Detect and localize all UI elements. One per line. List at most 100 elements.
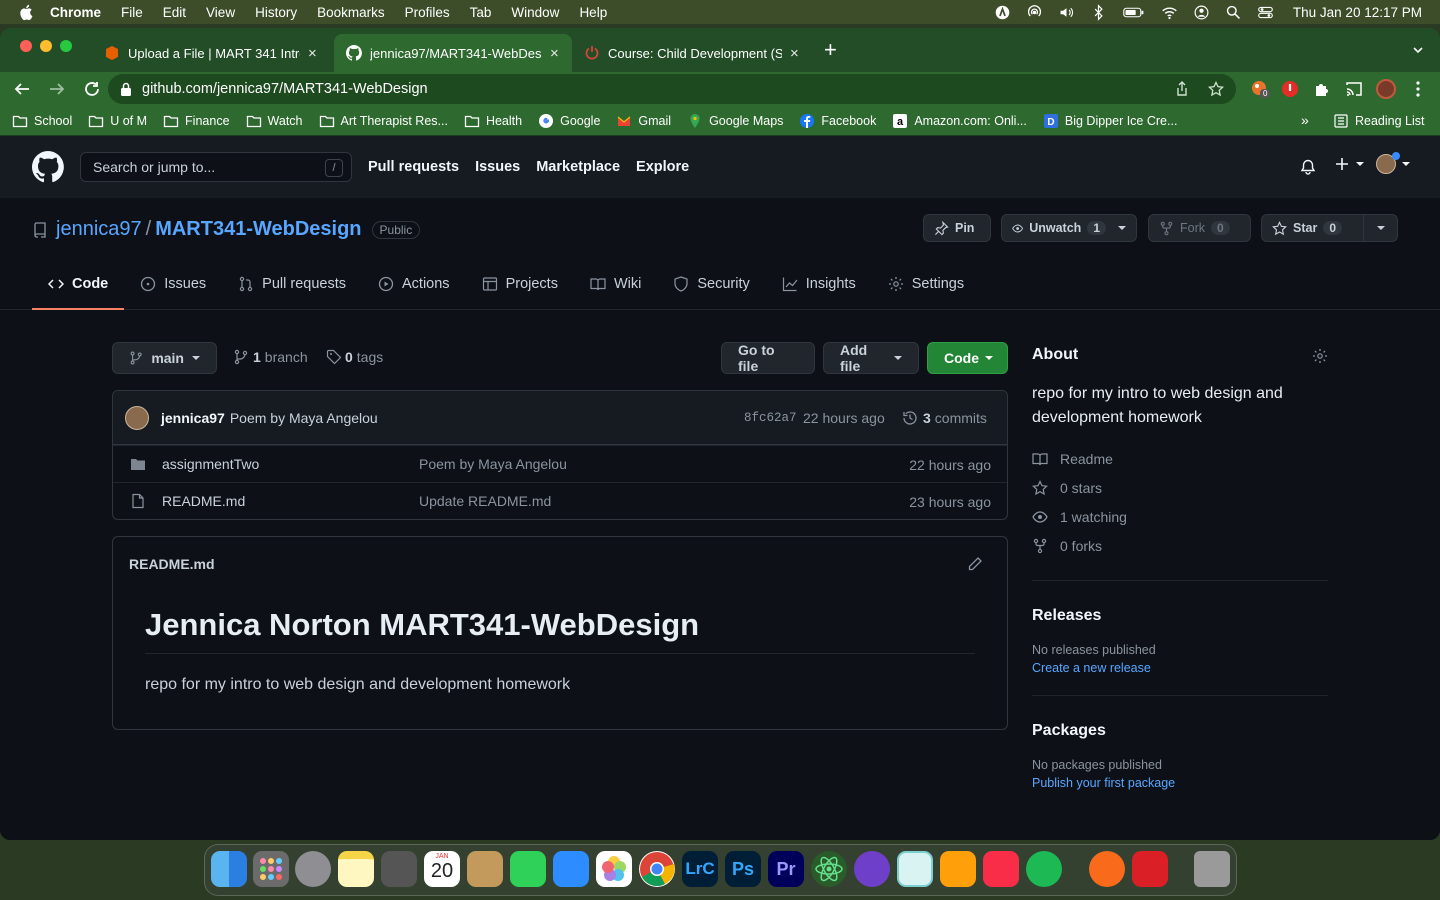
facetime-icon[interactable]: [510, 851, 546, 887]
spotify-icon[interactable]: [1026, 851, 1062, 887]
window-close-button[interactable]: [20, 40, 32, 52]
photoshop-icon[interactable]: Ps: [725, 851, 761, 887]
extensions-puzzle-icon[interactable]: [1312, 79, 1332, 99]
pages-icon[interactable]: [940, 851, 976, 887]
releases-title[interactable]: Releases: [1032, 607, 1328, 625]
menu-bookmarks[interactable]: Bookmarks: [317, 5, 385, 20]
cast-icon[interactable]: [1344, 79, 1364, 99]
trash-icon[interactable]: [1194, 851, 1230, 887]
bookmark-school[interactable]: School: [12, 113, 72, 129]
menubar-clock[interactable]: Thu Jan 20 12:17 PM: [1293, 5, 1422, 20]
bookmark-finance[interactable]: Finance: [163, 113, 230, 129]
code-download-button[interactable]: Code: [927, 342, 1008, 374]
github-logo-icon[interactable]: [32, 151, 64, 183]
fork-button[interactable]: Fork 0: [1148, 214, 1251, 242]
github-desktop-icon[interactable]: [854, 851, 890, 887]
profile-avatar[interactable]: [1376, 79, 1396, 99]
bookmarks-overflow-button[interactable]: »: [1301, 112, 1309, 128]
file-commit-message[interactable]: Poem by Maya Angelou: [419, 456, 567, 472]
address-bar[interactable]: github.com/jennica97/MART341-WebDesign: [108, 74, 1236, 104]
lock-icon[interactable]: [120, 82, 132, 96]
menu-help[interactable]: Help: [579, 5, 607, 20]
premiere-icon[interactable]: Pr: [768, 851, 804, 887]
launchpad-icon[interactable]: [253, 851, 289, 887]
star-button[interactable]: Star 0: [1261, 214, 1364, 242]
tab-projects[interactable]: Projects: [466, 258, 574, 310]
window-minimize-button[interactable]: [40, 40, 52, 52]
tab-pull-requests[interactable]: Pull requests: [222, 258, 362, 310]
adobe-acrobat-icon[interactable]: [1089, 851, 1125, 887]
file-commit-message[interactable]: Update README.md: [419, 493, 551, 509]
file-name[interactable]: assignmentTwo: [162, 456, 419, 472]
user-avatar-dropdown[interactable]: [1376, 152, 1410, 174]
publish-package-link[interactable]: Publish your first package: [1032, 776, 1328, 790]
bookmark-facebook[interactable]: Facebook: [799, 113, 876, 129]
bookmark-big-dipper[interactable]: D Big Dipper Ice Cre...: [1043, 113, 1177, 129]
github-search-input[interactable]: Search or jump to... /: [80, 152, 352, 182]
go-to-file-button[interactable]: Go to file: [721, 342, 815, 374]
unwatch-button[interactable]: Unwatch 1: [1001, 214, 1137, 242]
bookmark-u-of-m[interactable]: U of M: [88, 113, 147, 129]
gear-icon[interactable]: [1312, 348, 1328, 364]
control-center-icon[interactable]: [1257, 4, 1274, 21]
user-switch-icon[interactable]: [1193, 4, 1210, 21]
commit-sha[interactable]: 8fc62a7: [744, 411, 797, 425]
tab-security[interactable]: Security: [657, 258, 765, 310]
edit-pencil-icon[interactable]: [967, 556, 983, 572]
tab-search-chevron-icon[interactable]: [1412, 44, 1424, 56]
tab-code[interactable]: Code: [32, 258, 125, 310]
nav-explore[interactable]: Explore: [636, 159, 689, 175]
music-icon[interactable]: [983, 851, 1019, 887]
star-list-dropdown[interactable]: [1363, 214, 1398, 242]
airdrop-icon[interactable]: [1026, 4, 1043, 21]
bookmark-gmail[interactable]: Gmail: [616, 113, 671, 129]
about-forks-link[interactable]: 0 forks: [1032, 531, 1328, 560]
wifi-icon[interactable]: [1161, 4, 1178, 21]
repo-name-link[interactable]: MART341-WebDesign: [155, 218, 361, 241]
window-zoom-button[interactable]: [60, 40, 72, 52]
photos-icon[interactable]: [596, 851, 632, 887]
apple-icon[interactable]: [18, 3, 36, 21]
tab-insights[interactable]: Insights: [766, 258, 872, 310]
nav-pull-requests[interactable]: Pull requests: [368, 159, 459, 175]
extension-red-icon[interactable]: [1280, 79, 1300, 99]
bookmark-watch[interactable]: Watch: [246, 113, 303, 129]
new-tab-button[interactable]: +: [824, 37, 837, 63]
about-stars-link[interactable]: 0 stars: [1032, 473, 1328, 502]
menu-window[interactable]: Window: [511, 5, 559, 20]
calculator-icon[interactable]: [381, 851, 417, 887]
create-new-dropdown[interactable]: [1334, 156, 1364, 172]
finder-icon[interactable]: [211, 851, 247, 887]
tab-actions[interactable]: Actions: [362, 258, 466, 310]
add-file-button[interactable]: Add file: [823, 342, 919, 374]
extension-badge-button[interactable]: 0: [1250, 79, 1271, 99]
branch-select-button[interactable]: main: [112, 342, 217, 374]
chrome-menu-icon[interactable]: [1410, 79, 1426, 99]
url-text[interactable]: github.com/jennica97/MART341-WebDesign: [142, 81, 428, 97]
create-release-link[interactable]: Create a new release: [1032, 661, 1328, 675]
close-tab-icon[interactable]: ×: [308, 45, 317, 62]
menu-profiles[interactable]: Profiles: [405, 5, 450, 20]
bookmark-amazon[interactable]: a Amazon.com: Onli...: [892, 113, 1027, 129]
bluetooth-icon[interactable]: [1090, 3, 1107, 21]
creative-cloud-icon[interactable]: [1132, 851, 1168, 887]
branches-link[interactable]: 1 branch: [233, 349, 308, 365]
forward-arrow-icon[interactable]: [48, 80, 66, 98]
plugin-scan-icon[interactable]: [897, 851, 933, 887]
bookmark-google-maps[interactable]: Google Maps: [687, 113, 783, 129]
spotlight-search-icon[interactable]: [1225, 4, 1242, 21]
bookmark-art-therapist[interactable]: Art Therapist Res...: [319, 113, 448, 129]
close-tab-icon[interactable]: ×: [550, 45, 559, 62]
repo-owner-link[interactable]: jennica97: [56, 218, 142, 241]
packages-title[interactable]: Packages: [1032, 722, 1328, 740]
about-watching-link[interactable]: 1 watching: [1032, 502, 1328, 531]
tab-wiki[interactable]: Wiki: [574, 258, 657, 310]
file-row-readme[interactable]: README.md Update README.md 23 hours ago: [113, 482, 1007, 519]
volume-icon[interactable]: [1058, 4, 1075, 21]
browser-tab-github[interactable]: jennica97/MART341-WebDesign ×: [334, 34, 572, 72]
calendar-icon[interactable]: JAN 20: [424, 851, 460, 887]
menu-view[interactable]: View: [206, 5, 235, 20]
atom-icon[interactable]: [811, 851, 847, 887]
file-row-assignmenttwo[interactable]: assignmentTwo Poem by Maya Angelou 22 ho…: [113, 445, 1007, 482]
commits-history-link[interactable]: 3 commits: [902, 410, 987, 426]
